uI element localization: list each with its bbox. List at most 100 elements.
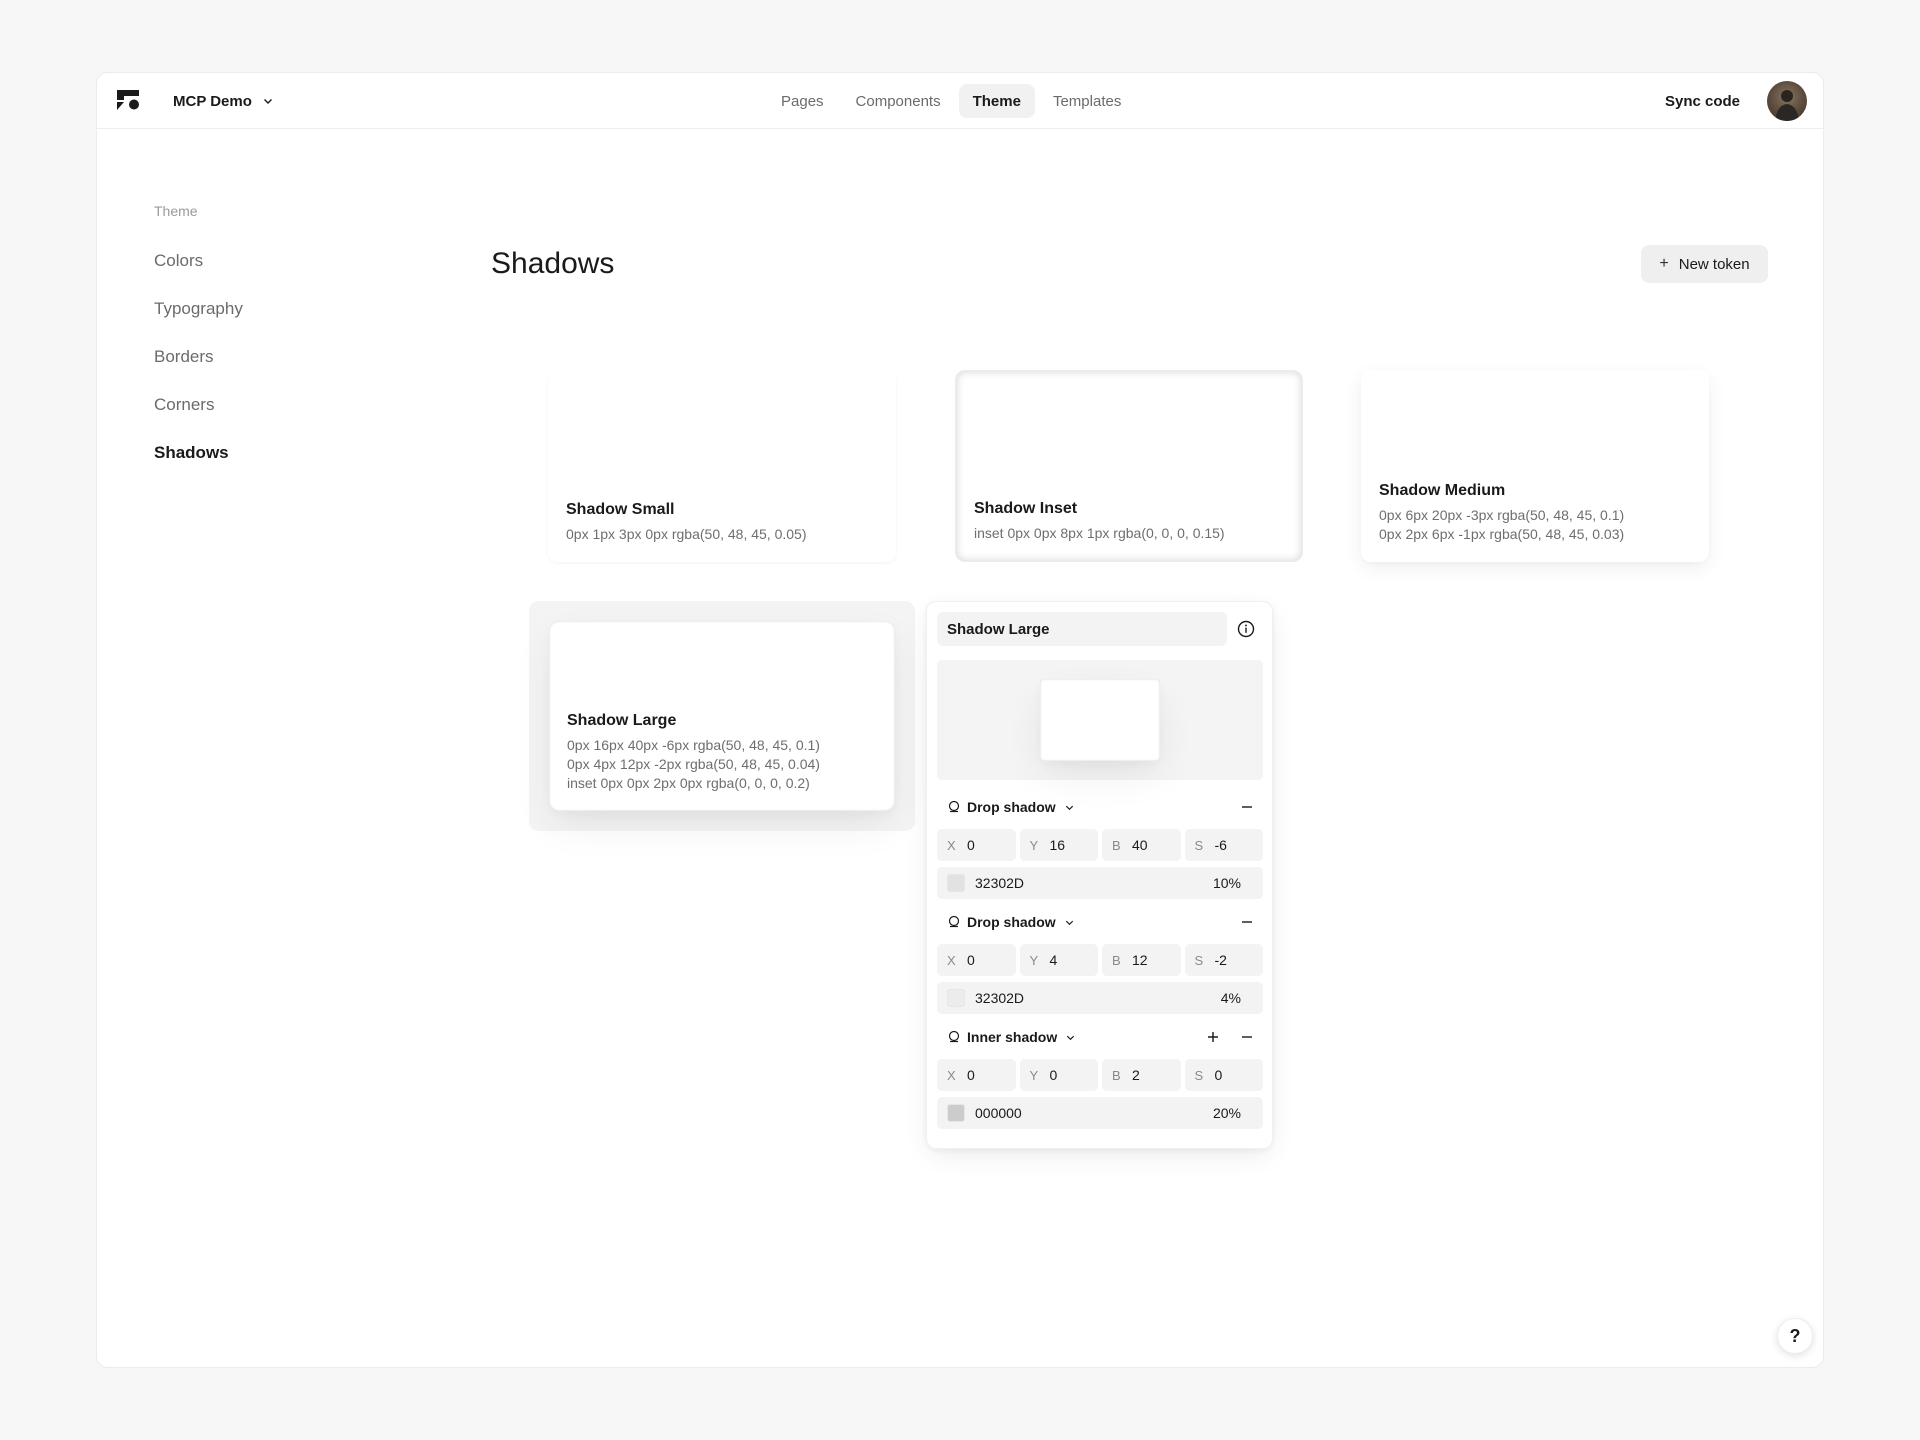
color-hex: 32302D <box>975 990 1025 1006</box>
blur-field-value: 12 <box>1132 952 1148 968</box>
card-value: 0px 1px 3px 0px rgba(50, 48, 45, 0.05) <box>566 526 807 542</box>
color-swatch[interactable] <box>947 874 965 892</box>
card-title: Shadow Medium <box>1379 482 1506 499</box>
info-icon[interactable] <box>1236 619 1256 639</box>
x-field-label: X <box>947 1067 956 1083</box>
y-field-label: Y <box>1029 837 1039 853</box>
shadow-offset-fields: X0 Y4 B 12 S -2 <box>937 944 1263 976</box>
add-layer-button[interactable] <box>1203 1027 1223 1047</box>
shadow-card-medium[interactable]: Shadow Medium 0px 6px 20px -3px rgba(50,… <box>1361 370 1709 562</box>
blur-field-value: 40 <box>1132 837 1148 853</box>
sidebar-item-shadows[interactable]: Shadows <box>154 443 229 463</box>
blur-field-label: B <box>1112 1067 1121 1083</box>
card-title: Shadow Inset <box>974 500 1078 517</box>
shadow-type-label: Drop shadow <box>967 914 1056 930</box>
shadow-card-small[interactable]: Shadow Small 0px 1px 3px 0px rgba(50, 48… <box>548 370 896 562</box>
blur-field-value: 2 <box>1132 1067 1140 1083</box>
x-field[interactable]: X0 <box>937 1059 1016 1091</box>
blur-field[interactable]: B 12 <box>1102 944 1181 976</box>
spread-field[interactable]: S0 <box>1184 1059 1263 1091</box>
card-value: 0px 4px 12px -2px rgba(50, 48, 45, 0.04) <box>567 756 820 772</box>
shadow-type-select[interactable]: Drop shadow <box>947 799 1075 815</box>
x-field-value: 0 <box>967 837 975 853</box>
sidebar-item-typography[interactable]: Typography <box>154 299 243 319</box>
project-switcher[interactable]: MCP Demo <box>173 90 274 112</box>
shadow-layer-header: Drop shadow <box>937 907 1263 937</box>
chevron-down-icon <box>263 99 272 104</box>
y-field[interactable]: Y 16 <box>1019 829 1098 861</box>
shadow-offset-fields: X0 Y 16 B 40 S -6 <box>937 829 1263 861</box>
spread-field[interactable]: S -6 <box>1184 829 1263 861</box>
card-title: Shadow Small <box>566 501 675 518</box>
blur-field[interactable]: B 40 <box>1102 829 1181 861</box>
y-field[interactable]: Y4 <box>1019 944 1098 976</box>
spread-field-value: -2 <box>1214 952 1227 968</box>
spread-field-value: 0 <box>1214 1067 1223 1083</box>
new-token-button[interactable]: + New token <box>1641 245 1768 283</box>
app-logo-icon[interactable] <box>115 87 141 113</box>
tab-pages[interactable]: Pages <box>767 84 838 118</box>
shadow-card-large[interactable]: Shadow Large 0px 16px 40px -6px rgba(50,… <box>549 621 895 811</box>
shadow-color-field[interactable]: 32302D 10% <box>937 867 1263 899</box>
x-field[interactable]: X0 <box>937 944 1016 976</box>
sidebar-item-colors[interactable]: Colors <box>154 251 203 271</box>
chevron-down-icon <box>1065 920 1073 925</box>
drop-shadow-icon <box>948 915 960 928</box>
shadow-color-field[interactable]: 000000 20% <box>937 1097 1263 1129</box>
spread-field-label: S <box>1194 952 1204 968</box>
shadow-editor-panel: Drop shadow X0 Y16 B40 S-6 32302D 10% Dr… <box>926 601 1273 1149</box>
shadow-card-inset[interactable]: Shadow Inset inset 0px 0px 8px 1px rgba(… <box>955 370 1303 562</box>
shadow-preview <box>937 660 1263 780</box>
tab-templates[interactable]: Templates <box>1039 84 1135 118</box>
y-field-value: 4 <box>1049 952 1058 968</box>
token-name-input[interactable] <box>937 612 1227 646</box>
color-hex: 000000 <box>975 1105 1022 1121</box>
x-field-label: X <box>947 837 956 853</box>
top-bar: MCP Demo Pages Components Theme Template… <box>97 73 1823 129</box>
color-alpha: 4% <box>1220 990 1241 1006</box>
color-alpha: 10% <box>1212 875 1241 891</box>
preview-box <box>1040 679 1160 761</box>
help-button[interactable]: ? <box>1777 1318 1813 1354</box>
chevron-down-icon <box>1067 1035 1075 1040</box>
shadow-type-select[interactable]: Drop shadow <box>947 914 1075 930</box>
minus-icon <box>1242 1036 1252 1038</box>
minus-icon <box>1242 921 1252 923</box>
app-window: MCP Demo Pages Components Theme Template… <box>96 72 1824 1368</box>
card-value: 0px 16px 40px -6px rgba(50, 48, 45, 0.1) <box>567 737 820 753</box>
remove-layer-button[interactable] <box>1237 797 1257 817</box>
shadow-type-label: Drop shadow <box>967 799 1056 815</box>
inner-shadow-icon <box>948 1030 960 1043</box>
sync-code-button[interactable]: Sync code <box>1665 90 1740 112</box>
color-hex: 32302D <box>975 875 1025 891</box>
plus-icon: + <box>1659 255 1669 272</box>
minus-icon <box>1242 806 1252 808</box>
tab-theme[interactable]: Theme <box>958 84 1035 118</box>
sidebar-item-borders[interactable]: Borders <box>154 347 214 367</box>
card-value: inset 0px 0px 8px 1px rgba(0, 0, 0, 0.15… <box>974 525 1225 541</box>
spread-field[interactable]: S -2 <box>1184 944 1263 976</box>
color-alpha: 20% <box>1212 1105 1241 1121</box>
sidebar-item-corners[interactable]: Corners <box>154 395 214 415</box>
spread-field-label: S <box>1194 1067 1204 1083</box>
shadow-color-field[interactable]: 32302D 4% <box>937 982 1263 1014</box>
shadow-type-select[interactable]: Inner shadow <box>947 1029 1076 1045</box>
y-field-value: 16 <box>1049 837 1066 853</box>
plus-icon <box>1208 1032 1218 1042</box>
y-field-label: Y <box>1029 1067 1039 1083</box>
project-name: MCP Demo <box>173 92 252 110</box>
remove-layer-button[interactable] <box>1237 1027 1257 1047</box>
x-field-label: X <box>947 952 956 968</box>
y-field[interactable]: Y0 <box>1019 1059 1098 1091</box>
color-swatch[interactable] <box>947 1104 965 1122</box>
x-field[interactable]: X0 <box>937 829 1016 861</box>
y-field-value: 0 <box>1049 1067 1058 1083</box>
remove-layer-button[interactable] <box>1237 912 1257 932</box>
color-swatch[interactable] <box>947 989 965 1007</box>
tab-components[interactable]: Components <box>842 84 955 118</box>
x-field-value: 0 <box>967 952 975 968</box>
y-field-label: Y <box>1029 952 1039 968</box>
avatar[interactable] <box>1767 81 1807 121</box>
blur-field[interactable]: B2 <box>1102 1059 1181 1091</box>
card-value: 0px 2px 6px -1px rgba(50, 48, 45, 0.03) <box>1379 526 1625 542</box>
